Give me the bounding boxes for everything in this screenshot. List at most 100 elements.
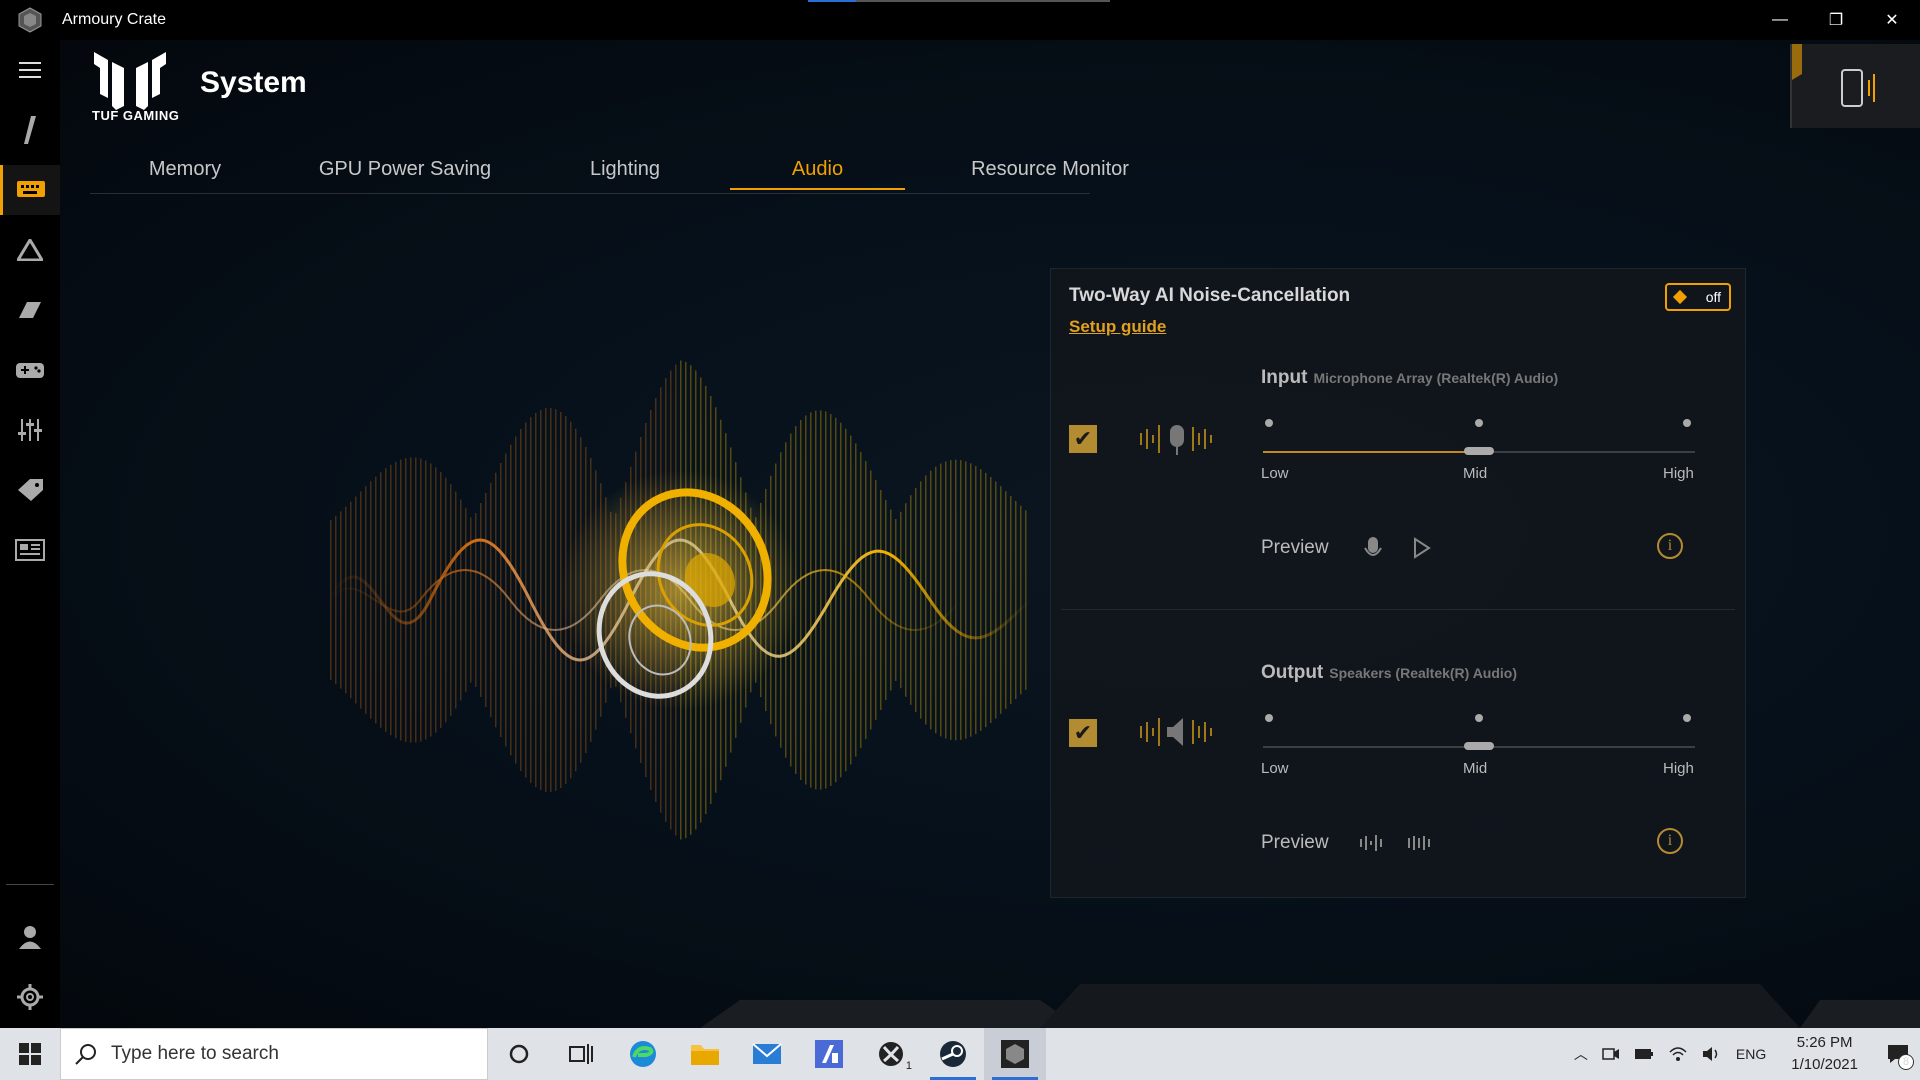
wave-bar	[835, 417, 837, 783]
wave-bar	[365, 486, 367, 714]
play-icon[interactable]	[1413, 537, 1431, 559]
close-button[interactable]: ✕	[1864, 0, 1920, 40]
wave-bar	[485, 492, 487, 708]
wave-bar	[960, 460, 962, 740]
taskbar-steam[interactable]	[922, 1028, 984, 1080]
toggle-state: off	[1705, 289, 1721, 305]
wave-bar	[370, 481, 372, 719]
clock[interactable]: 5:26 PM 1/10/2021	[1791, 1032, 1858, 1076]
start-button[interactable]	[0, 1028, 60, 1080]
battery-icon[interactable]	[1634, 1047, 1654, 1061]
level-label-low: Low	[1261, 465, 1289, 482]
taskbar-armoury-app[interactable]	[798, 1028, 860, 1080]
home-slash-icon	[24, 116, 36, 144]
wave-bar	[995, 481, 997, 719]
action-center-button[interactable]: 8	[1876, 1028, 1920, 1080]
noisy-wave-icon[interactable]	[1359, 833, 1383, 853]
wave-bar	[390, 464, 392, 736]
sidebar-item-device[interactable]	[0, 165, 60, 215]
tab-lighting[interactable]: Lighting	[570, 144, 680, 194]
wifi-icon[interactable]	[1668, 1045, 1688, 1063]
slider-knob[interactable]	[1464, 447, 1494, 455]
slider-knob[interactable]	[1464, 742, 1494, 750]
taskbar-search[interactable]: Type here to search	[60, 1028, 488, 1080]
language-indicator[interactable]: ENG	[1736, 1046, 1766, 1062]
input-info-icon[interactable]: i	[1657, 533, 1683, 559]
noise-cancellation-toggle[interactable]: off	[1665, 283, 1731, 311]
aura-triangle-icon	[17, 239, 43, 261]
record-mic-icon[interactable]	[1363, 536, 1383, 560]
clean-wave-icon[interactable]	[1407, 833, 1431, 853]
device-thumbnail[interactable]	[1790, 44, 1920, 128]
wave-bar	[980, 469, 982, 731]
wave-bar	[805, 415, 807, 785]
output-section: Output Speakers (Realtek(R) Audio) ✔ Low …	[1051, 662, 1745, 932]
volume-icon[interactable]	[1702, 1045, 1722, 1063]
task-view-button[interactable]	[550, 1028, 612, 1080]
armoury-crate-taskbar-icon	[1001, 1040, 1029, 1068]
edge-browser-icon	[630, 1041, 656, 1067]
taskbar-mail[interactable]	[736, 1028, 798, 1080]
gear-icon	[17, 984, 43, 1010]
window-title: Armoury Crate	[62, 11, 167, 28]
input-checkbox[interactable]: ✔	[1069, 425, 1097, 453]
cortana-button[interactable]	[488, 1028, 550, 1080]
steam-icon	[940, 1041, 966, 1067]
wave-bar	[405, 458, 407, 742]
taskbar-file-explorer[interactable]	[674, 1028, 736, 1080]
restore-button[interactable]: ❐	[1808, 0, 1864, 40]
sidebar-item-gamelibrary[interactable]	[0, 345, 60, 395]
sidebar-item-aura[interactable]	[0, 225, 60, 275]
active-tab-indicator	[730, 188, 905, 190]
tab-audio[interactable]: Audio	[730, 144, 905, 194]
wave-bar	[1015, 500, 1017, 700]
wave-bar	[975, 465, 977, 735]
sidebar-item-user[interactable]	[0, 912, 60, 962]
tab-gpu-power-saving[interactable]: GPU Power Saving	[300, 144, 510, 194]
sidebar-item-deals[interactable]	[0, 465, 60, 515]
hamburger-menu-icon[interactable]	[0, 45, 60, 95]
wave-bar	[845, 428, 847, 772]
wave-bar	[360, 491, 362, 709]
wave-bar	[880, 490, 882, 710]
wave-bar	[810, 412, 812, 788]
speaker-wave-icon	[1140, 718, 1212, 746]
wave-bar	[860, 451, 862, 749]
slider-tick-low	[1265, 714, 1273, 722]
sidebar-item-news[interactable]	[0, 525, 60, 575]
minimize-button[interactable]: —	[1752, 0, 1808, 40]
output-info-icon[interactable]: i	[1657, 828, 1683, 854]
level-label-low: Low	[1261, 760, 1289, 777]
slider-tick-high	[1683, 419, 1691, 427]
tray-expand-icon[interactable]: ︿	[1574, 1044, 1588, 1064]
level-label-mid: Mid	[1463, 465, 1488, 482]
wave-bar	[885, 499, 887, 701]
meet-now-icon[interactable]	[1602, 1045, 1620, 1063]
output-checkbox[interactable]: ✔	[1069, 719, 1097, 747]
level-label-mid: Mid	[1463, 760, 1488, 777]
sidebar-item-gamevisual[interactable]	[0, 285, 60, 335]
taskbar-edge[interactable]	[612, 1028, 674, 1080]
output-level-slider[interactable]: Low Mid High	[1261, 708, 1695, 778]
taskbar-xbox[interactable]: 1	[860, 1028, 922, 1080]
windows-logo-icon	[19, 1043, 41, 1065]
sidebar-item-settings[interactable]	[0, 972, 60, 1022]
sidebar-item-scenario[interactable]	[0, 405, 60, 455]
wave-bar	[955, 459, 957, 741]
wave-bar	[490, 482, 492, 718]
wave-bar	[940, 463, 942, 737]
wave-bar	[890, 509, 892, 691]
tab-resource-monitor[interactable]: Resource Monitor	[930, 144, 1170, 194]
setup-guide-link[interactable]: Setup guide	[1069, 317, 1166, 337]
slider-tick-mid	[1475, 419, 1483, 427]
sidebar-divider	[6, 884, 54, 885]
wave-bar	[825, 411, 827, 789]
wave-bar	[410, 457, 412, 743]
taskbar-armoury-crate[interactable]	[984, 1028, 1046, 1080]
tab-memory[interactable]: Memory	[130, 144, 240, 194]
wave-bar	[965, 461, 967, 739]
search-icon	[75, 1044, 96, 1065]
input-level-slider[interactable]: Low Mid High	[1261, 413, 1695, 483]
sidebar-item-home[interactable]	[0, 105, 60, 155]
wave-bar	[935, 466, 937, 734]
